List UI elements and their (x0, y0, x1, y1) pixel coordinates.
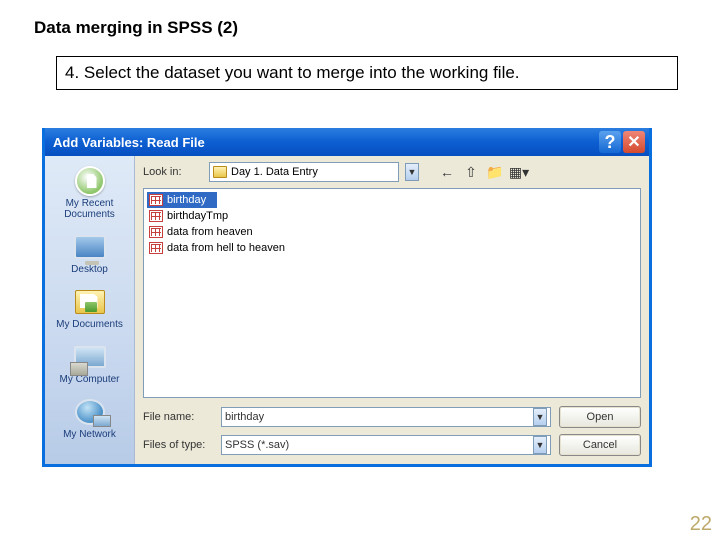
spss-file-icon (149, 242, 163, 254)
chevron-down-icon[interactable]: ▼ (533, 436, 547, 454)
lookin-value: Day 1. Data Entry (231, 166, 395, 178)
open-button[interactable]: Open (559, 406, 641, 428)
back-icon[interactable]: ← (439, 164, 455, 180)
sidebar-item-mynetwork[interactable]: My Network (49, 393, 130, 446)
file-list[interactable]: birthday birthdayTmp data from heaven da… (143, 188, 641, 398)
instruction-step: 4. Select the dataset you want to merge … (56, 56, 678, 90)
recent-icon (75, 166, 105, 196)
sidebar-item-label: My Network (49, 429, 130, 440)
filetype-label: Files of type: (143, 439, 213, 451)
list-item[interactable]: birthdayTmp (147, 208, 637, 224)
sidebar-item-recent[interactable]: My Recent Documents (49, 162, 130, 226)
network-icon (75, 399, 105, 425)
file-name: birthdayTmp (167, 210, 228, 222)
filetype-value: SPSS (*.sav) (225, 439, 529, 451)
list-item[interactable]: birthday (147, 192, 217, 208)
sidebar-item-label: My Recent Documents (49, 198, 130, 220)
views-icon[interactable]: ▦▾ (511, 164, 527, 180)
close-button[interactable]: ✕ (623, 131, 645, 153)
desktop-icon (74, 235, 106, 259)
dialog-titlebar: Add Variables: Read File ? ✕ (45, 128, 649, 156)
list-item[interactable]: data from hell to heaven (147, 240, 637, 256)
help-icon: ? (605, 132, 616, 153)
cancel-button[interactable]: Cancel (559, 434, 641, 456)
spss-file-icon (149, 194, 163, 206)
new-folder-icon[interactable]: 📁 (487, 164, 503, 180)
sidebar-item-label: My Documents (49, 319, 130, 330)
up-one-level-icon[interactable]: ⇧ (463, 164, 479, 180)
list-item[interactable]: data from heaven (147, 224, 637, 240)
chevron-down-icon[interactable]: ▼ (533, 408, 547, 426)
filename-input[interactable]: birthday ▼ (221, 407, 551, 427)
close-icon: ✕ (627, 132, 640, 152)
spss-file-icon (149, 210, 163, 222)
sidebar-item-desktop[interactable]: Desktop (49, 228, 130, 281)
file-name: birthday (167, 194, 206, 206)
filename-value: birthday (225, 411, 529, 423)
filename-label: File name: (143, 411, 213, 423)
page-title: Data merging in SPSS (2) (0, 0, 720, 44)
sidebar-item-mycomputer[interactable]: My Computer (49, 338, 130, 391)
lookin-dropdown[interactable]: Day 1. Data Entry (209, 162, 399, 182)
computer-icon (74, 346, 106, 368)
file-name: data from hell to heaven (167, 242, 285, 254)
sidebar-item-label: Desktop (49, 264, 130, 275)
sidebar-item-mydocs[interactable]: My Documents (49, 283, 130, 336)
dialog-title: Add Variables: Read File (53, 135, 205, 150)
folder-icon (213, 166, 227, 178)
filetype-dropdown[interactable]: SPSS (*.sav) ▼ (221, 435, 551, 455)
chevron-down-icon[interactable]: ▼ (405, 163, 419, 181)
spss-file-icon (149, 226, 163, 238)
folder-icon (75, 290, 105, 314)
file-name: data from heaven (167, 226, 253, 238)
open-file-dialog: Add Variables: Read File ? ✕ My Recent D… (42, 128, 652, 467)
lookin-label: Look in: (143, 166, 203, 178)
places-bar: My Recent Documents Desktop My Documents… (45, 156, 135, 464)
slide-number: 22 (690, 513, 712, 536)
sidebar-item-label: My Computer (49, 374, 130, 385)
help-button[interactable]: ? (599, 131, 621, 153)
